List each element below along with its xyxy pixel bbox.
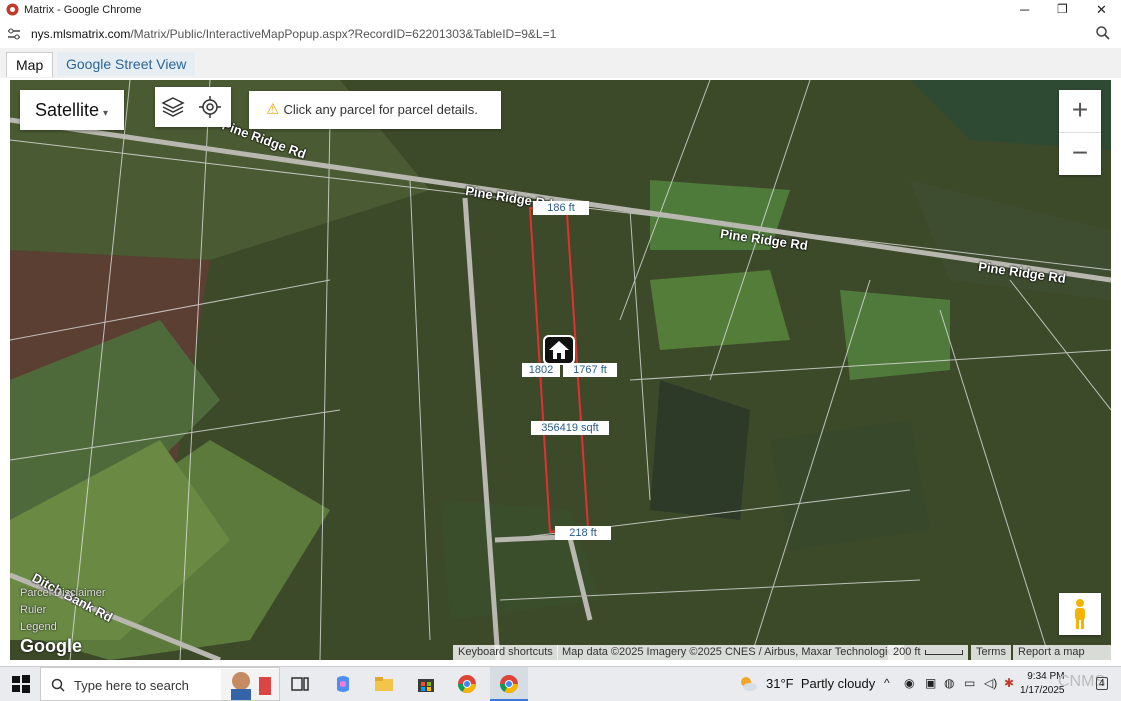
url-host: nys.mlsmatrix.com: [31, 27, 131, 41]
copilot-icon[interactable]: [333, 674, 353, 694]
address-bar[interactable]: nys.mlsmatrix.com/Matrix/Public/Interact…: [0, 20, 1121, 49]
minimize-button[interactable]: ─: [1020, 2, 1029, 17]
tab-map[interactable]: Map: [6, 52, 54, 77]
sync-icon[interactable]: ◍: [944, 676, 954, 690]
google-logo: Google: [20, 636, 82, 656]
dimension-label-left: 1802: [522, 363, 560, 377]
chrome-icon[interactable]: [457, 674, 477, 694]
url-text[interactable]: nys.mlsmatrix.com/Matrix/Public/Interact…: [31, 27, 556, 41]
microsoft-store-icon[interactable]: [416, 674, 436, 694]
parcel-disclaimer-link[interactable]: Parcel Disclaimer: [20, 587, 106, 599]
report-map-error-link[interactable]: Report a map error: [1013, 645, 1111, 660]
chevron-up-icon[interactable]: ^: [884, 676, 890, 690]
map-type-label: Satellite: [35, 100, 100, 120]
meet-icon[interactable]: ▣: [925, 676, 936, 690]
satellite-map[interactable]: Pine Ridge Rd Pine Ridge Rd Pine Ridge R…: [10, 80, 1111, 660]
close-button[interactable]: ✕: [1096, 2, 1107, 18]
file-explorer-icon[interactable]: [374, 674, 394, 694]
volume-icon[interactable]: ◁): [984, 676, 997, 690]
scale-line: [924, 649, 963, 655]
notice-text: Click any parcel for parcel details.: [283, 102, 478, 117]
terms-link[interactable]: Terms: [971, 645, 1011, 660]
satellite-imagery: [10, 80, 1111, 660]
weather-temp: 31°F: [766, 676, 794, 691]
map-type-dropdown[interactable]: Satellite ▾: [20, 90, 124, 130]
search-highlight-image: [221, 669, 279, 700]
parcel-notice: ⚠ Click any parcel for parcel details.: [249, 91, 501, 129]
dimension-label-top: 186 ft: [533, 201, 589, 215]
house-marker-icon[interactable]: [543, 335, 575, 365]
map-attribution: Map data ©2025 Imagery ©2025 CNES / Airb…: [557, 645, 905, 660]
network-icon[interactable]: ▭: [964, 676, 975, 690]
my-location-icon[interactable]: [199, 96, 221, 118]
windows-taskbar: Type here to search 31°F Partly cloudy ^…: [0, 666, 1121, 701]
windows-start-icon[interactable]: [11, 674, 31, 694]
maximize-button[interactable]: ❐: [1057, 2, 1068, 16]
task-view-icon[interactable]: [290, 674, 310, 694]
window-title-bar: Matrix - Google Chrome ─ ❐ ✕: [0, 0, 1121, 20]
weather-widget[interactable]: 31°F Partly cloudy: [766, 676, 875, 691]
matrix-app-icon: [6, 3, 19, 16]
url-path: /Matrix/Public/InteractiveMapPopup.aspx?…: [130, 27, 557, 41]
taskbar-search[interactable]: Type here to search: [40, 667, 280, 701]
street-view-pegman[interactable]: [1059, 593, 1101, 635]
map-tools: [155, 87, 231, 127]
notification-badge[interactable]: 4: [1096, 677, 1108, 690]
chrome-icon: [500, 675, 518, 694]
record-icon[interactable]: ◉: [904, 676, 914, 690]
scale-label: 200 ft: [893, 646, 921, 658]
window-title: Matrix - Google Chrome: [24, 4, 142, 16]
keyboard-shortcuts-link[interactable]: Keyboard shortcuts: [453, 645, 558, 660]
scale-bar: 200 ft: [888, 645, 968, 660]
tab-street-view[interactable]: Google Street View: [57, 52, 196, 76]
ruler-link[interactable]: Ruler: [20, 604, 46, 616]
search-placeholder: Type here to search: [74, 678, 189, 693]
dimension-label-right: 1767 ft: [563, 363, 617, 377]
weather-condition: Partly cloudy: [800, 676, 876, 691]
zoom-icon[interactable]: [1095, 25, 1111, 41]
map-tabs: Map Google Street View: [0, 48, 1121, 78]
dimension-label-bottom: 218 ft: [555, 526, 611, 540]
pegman-icon: [1075, 599, 1085, 629]
layers-icon[interactable]: [161, 96, 185, 118]
zoom-control: + −: [1059, 90, 1101, 175]
zoom-in-button[interactable]: +: [1059, 90, 1101, 132]
security-icon[interactable]: ✱: [1004, 676, 1014, 690]
site-info-icon[interactable]: [7, 27, 21, 41]
warning-icon: ⚠: [266, 101, 280, 118]
search-icon: [51, 678, 65, 692]
zoom-out-button[interactable]: −: [1059, 133, 1101, 175]
legend-link[interactable]: Legend: [20, 621, 57, 633]
weather-icon[interactable]: [738, 674, 758, 694]
chevron-down-icon: ▾: [103, 108, 109, 119]
area-label: 356419 sqft: [531, 421, 609, 435]
active-chrome-window[interactable]: [490, 667, 528, 701]
